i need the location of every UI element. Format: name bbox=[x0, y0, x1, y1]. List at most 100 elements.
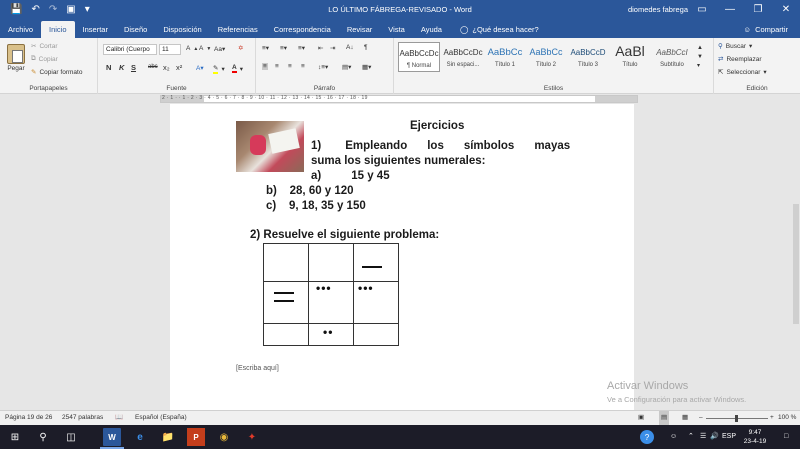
print-layout-icon[interactable]: ▤ bbox=[659, 411, 670, 425]
windows-start-icon[interactable]: ⊞ bbox=[6, 428, 24, 446]
customize-qat-icon[interactable]: ▾ bbox=[85, 0, 90, 20]
close-icon[interactable]: ✕ bbox=[772, 0, 800, 20]
justify-icon[interactable]: ≡ bbox=[301, 63, 305, 70]
notifications-icon[interactable]: □ bbox=[784, 425, 788, 449]
language-indicator-taskbar[interactable]: ESP bbox=[722, 425, 736, 449]
table-cell[interactable] bbox=[353, 243, 399, 282]
zoom-level[interactable]: 100 % bbox=[778, 411, 796, 425]
tab-archivo[interactable]: Archivo bbox=[0, 21, 41, 38]
strikethrough-button[interactable]: abc bbox=[148, 64, 158, 70]
tab-ayuda[interactable]: Ayuda bbox=[413, 21, 450, 38]
tab-diseno[interactable]: Diseño bbox=[116, 21, 155, 38]
shading-icon[interactable]: ▤▾ bbox=[342, 63, 351, 71]
chrome-icon[interactable]: ◉ bbox=[215, 428, 233, 446]
zoom-in-icon[interactable]: + bbox=[770, 411, 774, 425]
highlight-icon[interactable]: ✎ ▾ bbox=[213, 64, 225, 74]
select-button[interactable]: ⇱ Seleccionar ▾ bbox=[718, 68, 767, 77]
superscript-button[interactable]: x² bbox=[176, 63, 182, 72]
style-heading-1[interactable]: AaBbCc Título 1 bbox=[484, 42, 526, 72]
style-title[interactable]: AaBl Título bbox=[609, 42, 651, 72]
table-cell[interactable] bbox=[353, 323, 399, 346]
ribbon-display-icon[interactable]: ▭ bbox=[688, 0, 716, 20]
font-size-combo[interactable]: 11 bbox=[159, 44, 181, 55]
user-name[interactable]: diomedes fabrega bbox=[628, 0, 688, 20]
redo-icon[interactable]: ↷ bbox=[49, 0, 57, 20]
italic-button[interactable]: K bbox=[119, 63, 124, 72]
table-cell[interactable] bbox=[308, 243, 354, 282]
numbering-icon[interactable]: ≡▾ bbox=[280, 44, 287, 52]
decrease-indent-icon[interactable]: ⇤ bbox=[318, 44, 323, 52]
table-cell[interactable] bbox=[263, 281, 309, 324]
document-page[interactable]: Ejercicios 1) Empleando los símbolos mayas s… bbox=[170, 104, 634, 410]
tab-insertar[interactable]: Insertar bbox=[75, 21, 116, 38]
people-icon[interactable]: ☺ bbox=[670, 425, 677, 449]
subscript-button[interactable]: x₂ bbox=[163, 63, 170, 72]
find-button[interactable]: ⚲ Buscar ▾ bbox=[718, 42, 752, 51]
restore-icon[interactable]: ❐ bbox=[744, 0, 772, 20]
share-button[interactable]: ☺ Compartir bbox=[743, 21, 788, 38]
tell-me-box[interactable]: ◯ ¿Qué desea hacer? bbox=[456, 21, 543, 38]
web-layout-icon[interactable]: ▦ bbox=[682, 411, 688, 425]
align-center-icon[interactable]: ≡ bbox=[275, 63, 279, 70]
acrobat-icon[interactable]: ✦ bbox=[243, 428, 261, 446]
footer-placeholder[interactable]: [Escriba aquí] bbox=[236, 365, 279, 372]
format-painter-button[interactable]: ✎ Copiar formato bbox=[31, 68, 82, 77]
edge-icon[interactable]: e bbox=[131, 428, 149, 446]
network-icon[interactable]: ☰ bbox=[700, 425, 706, 449]
touch-mode-icon[interactable]: ▣ bbox=[66, 0, 75, 20]
help-icon[interactable]: ? bbox=[640, 430, 654, 444]
file-explorer-icon[interactable]: 📁 bbox=[159, 428, 177, 446]
cut-button[interactable]: ✂ Cortar bbox=[31, 42, 58, 51]
table-cell[interactable]: ••• bbox=[308, 281, 354, 324]
table-cell[interactable] bbox=[263, 243, 309, 282]
replace-button[interactable]: ⇄ Reemplazar bbox=[718, 55, 762, 64]
multilevel-list-icon[interactable]: ≡▾ bbox=[298, 44, 305, 52]
align-left-icon[interactable]: ≡ bbox=[262, 63, 268, 70]
scrollbar-thumb[interactable] bbox=[793, 204, 799, 324]
style-no-spacing[interactable]: AaBbCcDc Sin espaci... bbox=[442, 42, 484, 72]
read-mode-icon[interactable]: ▣ bbox=[638, 411, 644, 425]
underline-button[interactable]: S bbox=[131, 63, 136, 72]
style-subtitle[interactable]: AaBbCcI Subtítulo bbox=[651, 42, 693, 72]
undo-icon[interactable]: ↶ bbox=[31, 0, 39, 20]
tab-inicio[interactable]: Inicio bbox=[41, 21, 75, 38]
paste-button[interactable]: Pegar bbox=[7, 44, 25, 72]
table-cell[interactable]: ••• bbox=[353, 281, 399, 324]
table-cell[interactable]: •• bbox=[308, 323, 354, 346]
minimize-icon[interactable]: — bbox=[716, 0, 744, 20]
borders-icon[interactable]: ▦▾ bbox=[362, 63, 371, 71]
powerpoint-icon[interactable]: P bbox=[187, 428, 205, 446]
page-count[interactable]: Página 19 de 26 bbox=[5, 411, 52, 425]
word-count[interactable]: 2547 palabras bbox=[62, 411, 103, 425]
style-heading-3[interactable]: AaBbCcD Título 3 bbox=[567, 42, 609, 72]
zoom-out-icon[interactable]: – bbox=[699, 411, 703, 425]
font-color-icon[interactable]: A ▾ bbox=[232, 64, 243, 73]
change-case-button[interactable]: Aa▾ bbox=[214, 45, 225, 53]
task-view-icon[interactable]: ◫ bbox=[62, 428, 80, 446]
volume-icon[interactable]: 🔊 bbox=[710, 425, 719, 449]
text-effects-icon[interactable]: A▾ bbox=[196, 64, 204, 72]
sort-icon[interactable]: A↓ bbox=[346, 44, 354, 51]
bold-button[interactable]: N bbox=[106, 63, 111, 72]
table-cell[interactable] bbox=[263, 323, 309, 346]
style-normal[interactable]: AaBbCcDc ¶ Normal bbox=[398, 42, 440, 72]
word-taskbar-icon[interactable]: W bbox=[103, 428, 121, 446]
tab-revisar[interactable]: Revisar bbox=[339, 21, 380, 38]
zoom-slider-knob[interactable] bbox=[735, 415, 738, 422]
search-icon[interactable]: ⚲ bbox=[34, 428, 52, 446]
line-spacing-icon[interactable]: ↕≡▾ bbox=[318, 63, 328, 71]
copy-button[interactable]: ⧉ Copiar bbox=[31, 55, 58, 63]
tab-disposicion[interactable]: Disposición bbox=[155, 21, 209, 38]
tray-chevron-icon[interactable]: ⌃ bbox=[688, 425, 694, 449]
shrink-font-button[interactable]: A ▼ bbox=[199, 45, 211, 52]
tab-correspondencia[interactable]: Correspondencia bbox=[266, 21, 339, 38]
tab-referencias[interactable]: Referencias bbox=[210, 21, 266, 38]
style-heading-2[interactable]: AaBbCc Título 2 bbox=[525, 42, 567, 72]
proofing-icon[interactable]: 📖 bbox=[115, 411, 123, 425]
align-right-icon[interactable]: ≡ bbox=[288, 63, 292, 70]
bullets-icon[interactable]: ≡▾ bbox=[262, 44, 269, 52]
vertical-scrollbar[interactable] bbox=[792, 104, 800, 410]
increase-indent-icon[interactable]: ⇥ bbox=[330, 44, 335, 52]
save-icon[interactable]: 💾 bbox=[10, 0, 22, 20]
font-name-combo[interactable]: Calibri (Cuerpo bbox=[103, 44, 157, 55]
